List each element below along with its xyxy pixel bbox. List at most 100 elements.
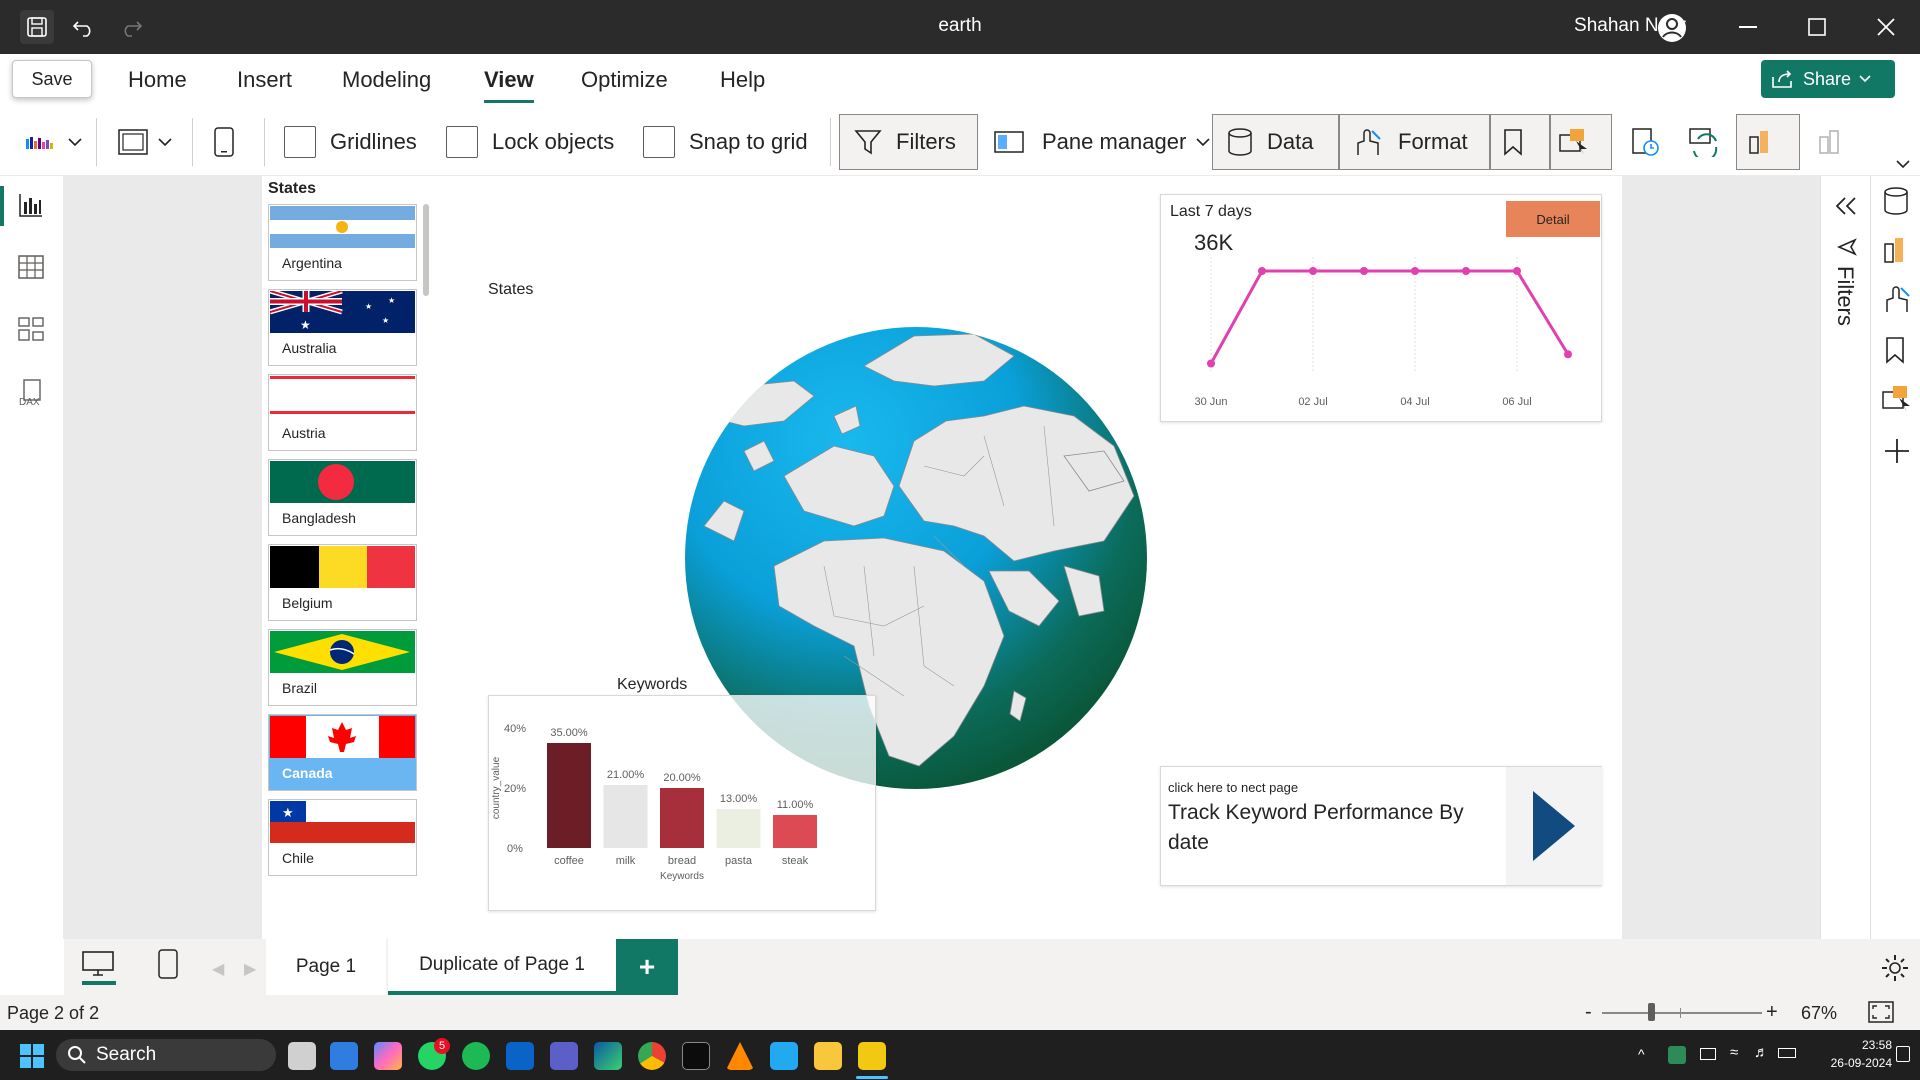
menu-modeling[interactable]: Modeling <box>342 67 431 93</box>
themes-dropdown[interactable] <box>26 114 82 170</box>
bookmark-icon[interactable] <box>1885 336 1905 369</box>
slicer-item-belgium[interactable]: Belgium <box>268 544 417 621</box>
file-explorer-icon[interactable] <box>814 1042 842 1070</box>
terminal-icon[interactable] <box>682 1042 710 1070</box>
zoom-out-button[interactable]: - <box>1585 1001 1592 1024</box>
mobile-layout-button[interactable] <box>214 114 234 170</box>
power-bi-icon[interactable] <box>858 1042 886 1070</box>
teams-icon[interactable] <box>550 1042 578 1070</box>
prev-page-icon[interactable]: ◀ <box>212 959 224 979</box>
share-button[interactable]: Share <box>1761 60 1895 98</box>
widgets-icon[interactable] <box>330 1042 358 1070</box>
minimize-button[interactable] <box>1728 12 1768 42</box>
slicer-item-bangladesh[interactable]: Bangladesh <box>268 459 417 536</box>
svg-text:★: ★ <box>382 316 389 325</box>
next-page-button[interactable] <box>1506 767 1602 885</box>
next-page-icon[interactable]: ▶ <box>244 959 256 979</box>
mobile-layout-icon[interactable] <box>158 949 178 984</box>
selection-icon[interactable] <box>1881 384 1913 419</box>
menu-optimize[interactable]: Optimize <box>581 67 668 93</box>
zoom-level[interactable]: 67% <box>1801 1003 1837 1024</box>
tab-page-1[interactable]: Page 1 <box>266 939 386 995</box>
zoom-slider-track[interactable] <box>1602 1012 1762 1014</box>
gridlines-checkbox[interactable] <box>284 126 316 158</box>
pane-manager-dropdown[interactable]: Pane manager <box>994 114 1210 170</box>
chrome-icon[interactable] <box>638 1042 666 1070</box>
slicer-item-chile[interactable]: ★ Chile <box>268 799 417 876</box>
selection-pane-button[interactable] <box>1550 114 1612 170</box>
close-button[interactable] <box>1866 12 1906 42</box>
model-view-icon[interactable] <box>18 316 48 346</box>
table-view-icon[interactable] <box>18 254 48 284</box>
filters-pane-button[interactable]: Filters <box>839 114 978 170</box>
kpi-line-chart: 30 Jun 02 Jul 04 Jul 06 Jul <box>1194 257 1572 408</box>
taskbar-search[interactable]: Search <box>56 1039 276 1071</box>
vscode-icon[interactable] <box>770 1042 798 1070</box>
copilot-icon[interactable] <box>374 1042 402 1070</box>
taskbar-clock[interactable]: 23:58 26-09-2024 <box>1812 1036 1892 1072</box>
bookmarks-pane-button[interactable] <box>1490 114 1550 170</box>
slicer-item-brazil[interactable]: Brazil <box>268 629 417 706</box>
keywords-bar-chart[interactable]: 0% 20% 40% country_value 35.00% coffee 21.00% m… <box>488 695 876 911</box>
filters-pane-collapsed[interactable]: Filters <box>1820 176 1870 939</box>
tray-display-icon[interactable] <box>1700 1048 1716 1060</box>
states-slicer[interactable]: States Argentina ★ ★ ★ ★ Australia Austria … <box>266 180 431 900</box>
add-pane-icon[interactable] <box>1884 438 1910 469</box>
data-pane-button[interactable]: Data <box>1212 114 1339 170</box>
battery-icon[interactable] <box>1778 1048 1796 1058</box>
add-page-button[interactable]: + <box>616 939 678 995</box>
account-icon[interactable] <box>1656 12 1688 44</box>
windows-start-icon[interactable] <box>20 1044 44 1073</box>
wifi-icon[interactable]: ≈ <box>1730 1044 1738 1061</box>
data-pane-icon[interactable] <box>1883 186 1909 221</box>
menu-view[interactable]: View <box>484 67 534 103</box>
data-label: 13.00% <box>720 793 758 805</box>
tab-duplicate-of-page-1[interactable]: Duplicate of Page 1 <box>388 939 616 995</box>
gridlines-toggle[interactable]: Gridlines <box>284 114 417 170</box>
zoom-slider-thumb[interactable] <box>1648 1003 1655 1021</box>
kpi-last-7-days-card[interactable]: Last 7 days 36K Detail 30 Jun 02 Jul 04 Ju… <box>1160 194 1602 422</box>
kpi-point <box>1564 350 1572 359</box>
page-view-dropdown[interactable] <box>118 114 172 170</box>
performance-analyzer-button[interactable] <box>1630 114 1660 170</box>
personalize-visuals-button[interactable] <box>1736 114 1800 170</box>
share-label: Share <box>1803 68 1852 89</box>
slicer-item-canada[interactable]: Canada <box>268 714 417 791</box>
dax-query-view-icon[interactable]: DAX <box>18 378 48 408</box>
spotify-icon[interactable] <box>462 1042 490 1070</box>
slicer-scrollbar[interactable] <box>423 204 429 296</box>
menu-home[interactable]: Home <box>128 67 187 93</box>
performance-icon <box>1632 128 1659 156</box>
edge-icon[interactable] <box>594 1042 622 1070</box>
lock-objects-checkbox[interactable] <box>446 126 478 158</box>
notification-icon[interactable] <box>1896 1046 1910 1062</box>
fit-to-page-icon[interactable] <box>1868 1001 1894 1028</box>
tray-app-icon[interactable] <box>1668 1046 1686 1064</box>
slicer-item-australia[interactable]: ★ ★ ★ ★ Australia <box>268 289 417 366</box>
menu-help[interactable]: Help <box>720 67 765 93</box>
menu-insert[interactable]: Insert <box>237 67 292 93</box>
sync-slicers-button[interactable] <box>1688 114 1720 170</box>
lock-objects-toggle[interactable]: Lock objects <box>446 114 614 170</box>
slicer-item-argentina[interactable]: Argentina <box>268 204 417 281</box>
volume-icon[interactable]: ♬ <box>1754 1044 1769 1061</box>
vlc-icon[interactable] <box>726 1042 754 1070</box>
maximize-button[interactable] <box>1797 12 1837 42</box>
tray-chevron-icon[interactable]: ^ <box>1638 1046 1645 1062</box>
desktop-layout-icon[interactable] <box>82 951 114 982</box>
expand-pane-icon[interactable] <box>1835 196 1857 221</box>
settings-gear-icon[interactable] <box>1880 953 1910 988</box>
snap-to-grid-checkbox[interactable] <box>643 126 675 158</box>
next-page-navigation-card[interactable]: click here to nect page Track Keyword Pe… <box>1160 766 1602 886</box>
mail-icon[interactable] <box>506 1042 534 1070</box>
task-view-icon[interactable] <box>288 1042 316 1070</box>
format-visual-icon[interactable] <box>1883 284 1913 319</box>
format-pane-button[interactable]: Format <box>1339 114 1490 170</box>
snap-to-grid-toggle[interactable]: Snap to grid <box>643 114 808 170</box>
slicer-item-austria[interactable]: Austria <box>268 374 417 451</box>
build-visual-icon[interactable] <box>1883 234 1911 269</box>
zoom-in-button[interactable]: + <box>1766 1001 1778 1024</box>
filters-vertical-label[interactable]: Filters <box>1823 266 1867 346</box>
ribbon-expand-icon[interactable] <box>1896 156 1910 174</box>
report-view-icon[interactable] <box>18 192 48 222</box>
